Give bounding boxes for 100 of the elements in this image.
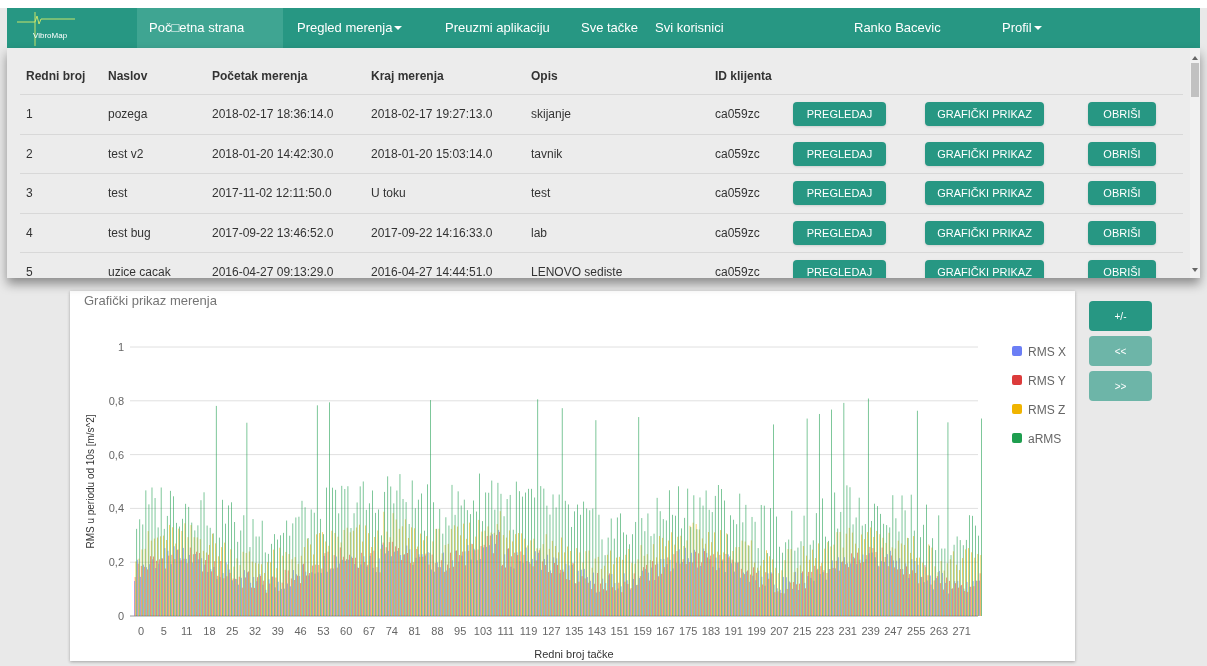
y-axis-title: RMS u periodu od 10s [m/s^2] <box>85 414 96 549</box>
action-button[interactable]: GRAFIČKI PRIKAZ <box>925 102 1044 127</box>
action-button[interactable]: GRAFIČKI PRIKAZ <box>925 141 1044 166</box>
x-tick-label: 11 <box>180 625 193 637</box>
x-tick-label: 119 <box>519 625 538 637</box>
x-tick-label: 143 <box>587 625 607 637</box>
x-tick-label: 167 <box>656 625 675 637</box>
table-cell-text: 2016-04-27 09:13:29.0 <box>211 264 335 278</box>
table-cell-text: pozega <box>107 106 149 124</box>
table-cell-text: U toku <box>370 185 407 203</box>
x-tick-label: 271 <box>952 625 971 637</box>
table-cell-text: test <box>530 185 552 203</box>
legend-label: RMS Z <box>1028 403 1066 417</box>
x-tick-label: 46 <box>294 625 307 637</box>
x-tick-label: 111 <box>497 625 515 637</box>
scrollbar-thumb[interactable] <box>1191 63 1199 97</box>
x-tick-label: 223 <box>815 625 835 637</box>
table-cell-text: 4 <box>25 224 34 242</box>
action-button[interactable]: OBRIŠI <box>1088 260 1156 278</box>
table-cell-text: ca059zc <box>714 185 761 203</box>
table-cell-text: test bug <box>107 224 152 242</box>
x-tick-label: 103 <box>473 625 493 637</box>
x-tick-label: 191 <box>724 625 743 637</box>
table-cell-text: ca059zc <box>714 145 761 163</box>
table-cell-text: 2018-01-20 15:03:14.0 <box>370 145 494 163</box>
action-button[interactable]: OBRIŠI <box>1088 141 1156 166</box>
table-cell-text: ca059zc <box>714 224 761 242</box>
table-cell-text: 3 <box>25 185 34 203</box>
y-tick-label: 0,4 <box>108 502 124 515</box>
column-header: Opis <box>530 68 559 85</box>
x-tick-label: 74 <box>385 625 398 637</box>
x-tick-label: 231 <box>838 625 857 637</box>
nav-item[interactable]: Poč□etna strana <box>137 8 283 48</box>
action-button[interactable]: GRAFIČKI PRIKAZ <box>925 220 1044 245</box>
x-tick-label: 60 <box>340 625 353 637</box>
x-tick-label: 127 <box>542 625 561 637</box>
action-button[interactable]: OBRIŠI <box>1088 181 1156 206</box>
action-button[interactable]: PREGLEDAJ <box>793 260 886 278</box>
x-tick-label: 215 <box>793 625 812 637</box>
action-button[interactable]: PREGLEDAJ <box>793 141 886 166</box>
column-header: ID klijenta <box>714 68 773 85</box>
action-button[interactable]: PREGLEDAJ <box>793 220 886 245</box>
y-tick-label: 0,8 <box>108 394 124 407</box>
table-cell-text: skijanje <box>530 106 573 124</box>
chart-control-button[interactable]: +/- <box>1089 301 1152 331</box>
x-tick-label: 25 <box>226 625 239 637</box>
legend-label: RMS Y <box>1028 374 1066 388</box>
x-tick-label: 207 <box>770 625 789 637</box>
x-tick-label: 5 <box>160 625 167 637</box>
nav-item[interactable]: Sve tačke <box>579 8 655 48</box>
x-tick-label: 18 <box>203 625 216 637</box>
action-button[interactable]: GRAFIČKI PRIKAZ <box>925 260 1044 278</box>
action-button[interactable]: GRAFIČKI PRIKAZ <box>925 181 1044 206</box>
x-tick-label: 239 <box>861 625 880 637</box>
table-cell-text: 2017-09-22 14:16:33.0 <box>370 224 494 242</box>
nav-item[interactable]: Pregled merenja <box>283 8 431 48</box>
column-header: Početak merenja <box>211 68 309 85</box>
table-cell-text: lab <box>530 224 548 242</box>
nav-item[interactable]: Preuzmi aplikaciju <box>431 8 579 48</box>
table-cell-text: 2018-02-17 19:27:13.0 <box>370 106 494 124</box>
table-cell-text: ca059zc <box>714 264 761 278</box>
x-tick-label: 263 <box>929 625 949 637</box>
action-button[interactable]: PREGLEDAJ <box>793 102 886 127</box>
x-axis-title: Redni broj tačke <box>534 648 614 660</box>
y-tick-label: 1 <box>117 341 124 353</box>
chart-title: Grafički prikaz merenja <box>84 293 217 308</box>
legend-label: RMS X <box>1028 345 1066 359</box>
user-name: Ranko Bacevic <box>854 19 942 38</box>
table-cell-text: 2016-04-27 14:44:51.0 <box>370 264 494 278</box>
y-tick-label: 0,6 <box>108 448 124 461</box>
table-cell-text: 2 <box>25 145 34 163</box>
profile-menu[interactable]: Profil <box>1002 18 1042 38</box>
action-button[interactable]: PREGLEDAJ <box>793 181 886 206</box>
table-cell-text: 5 <box>25 264 34 278</box>
x-tick-label: 183 <box>701 625 721 637</box>
action-button[interactable]: OBRIŠI <box>1088 102 1156 127</box>
x-tick-label: 88 <box>431 625 444 637</box>
x-tick-label: 199 <box>747 625 766 637</box>
column-header: Naslov <box>107 68 149 85</box>
x-tick-label: 67 <box>362 625 376 637</box>
x-tick-label: 0 <box>137 625 145 637</box>
table-cell-text: LENOVO sediste <box>530 264 624 278</box>
table-cell-text: test <box>107 185 129 203</box>
y-tick-label: 0 <box>117 610 124 622</box>
x-tick-label: 95 <box>454 625 467 637</box>
nav-item[interactable]: Svi korisnici <box>655 8 775 48</box>
column-header: Redni broj <box>25 68 87 85</box>
table-cell-text: 2018-01-20 14:42:30.0 <box>211 145 335 163</box>
column-header: Kraj merenja <box>370 68 445 85</box>
x-tick-label: 151 <box>610 625 629 637</box>
action-button[interactable]: OBRIŠI <box>1088 220 1156 245</box>
table-cell-text: 1 <box>25 106 34 124</box>
legend-label: aRMS <box>1028 432 1062 446</box>
table-cell-text: ca059zc <box>714 106 761 124</box>
scroll-up-icon[interactable] <box>1192 56 1198 60</box>
table-cell-text: 2018-02-17 18:36:14.0 <box>211 106 335 124</box>
table-cell-text: test v2 <box>107 145 145 163</box>
scroll-down-icon[interactable] <box>1192 268 1198 272</box>
table-cell-text: uzice cacak <box>107 264 172 278</box>
logo: VibroMap <box>33 30 68 42</box>
